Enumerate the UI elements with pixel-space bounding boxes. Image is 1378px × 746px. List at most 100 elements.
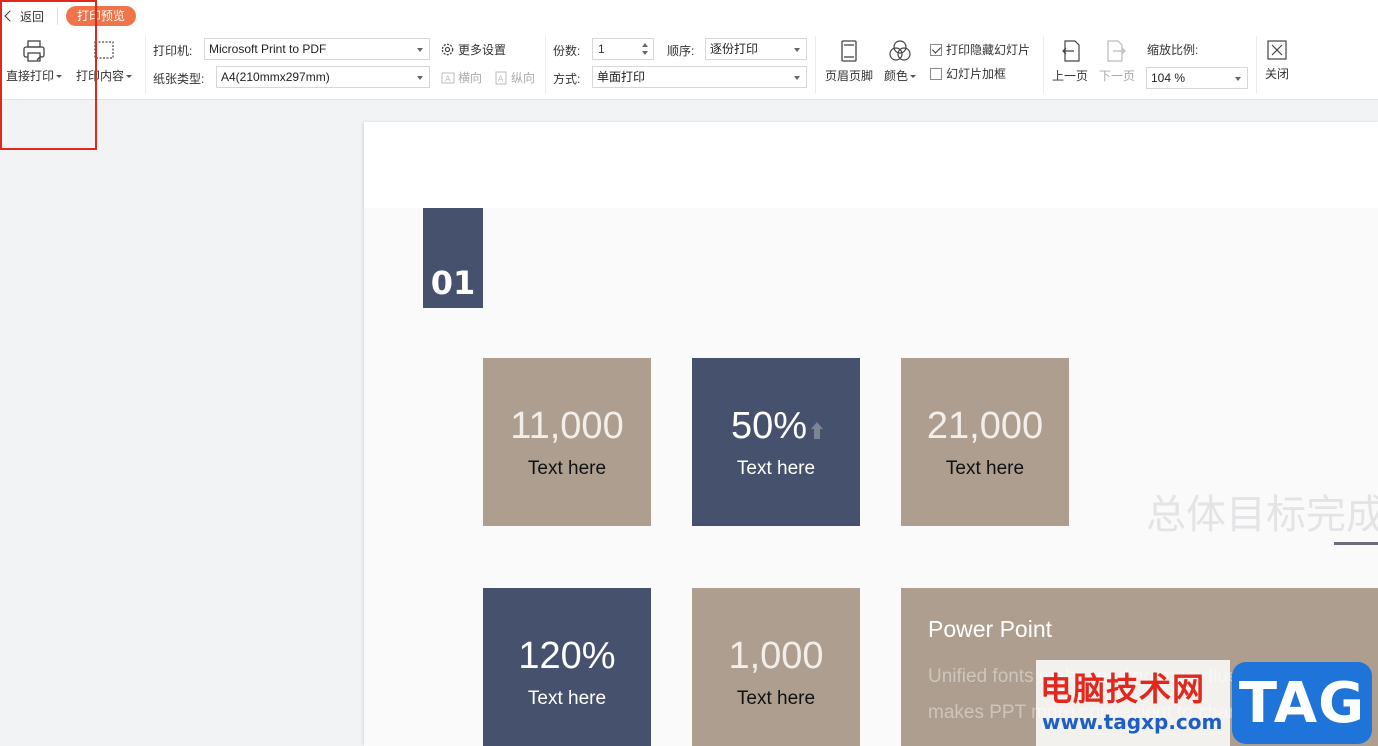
close-label: 关闭: [1265, 67, 1290, 81]
svg-text:A: A: [498, 74, 504, 83]
back-button[interactable]: 返回: [4, 6, 45, 26]
more-settings-button[interactable]: 更多设置: [440, 41, 506, 58]
stepper-up-icon[interactable]: [642, 43, 648, 47]
printer-value: Microsoft Print to PDF: [209, 42, 327, 56]
stat-tile: 120% Text here: [483, 588, 651, 746]
divider: [815, 36, 816, 94]
svg-text:A: A: [445, 74, 451, 83]
mode-label: 方式:: [553, 72, 581, 86]
print-hidden-slides-checkbox[interactable]: 打印隐藏幻灯片: [930, 41, 1030, 58]
divider: [1043, 36, 1044, 94]
more-settings-label: 更多设置: [458, 43, 507, 57]
portrait-button[interactable]: A 纵向: [494, 69, 535, 86]
order-label: 顺序:: [667, 44, 695, 58]
next-page-icon: [1107, 40, 1126, 62]
chevron-down-icon: [417, 48, 423, 52]
paper-type-value: A4(210mmx297mm): [221, 70, 330, 84]
watermark-url: www.tagxp.com: [1042, 710, 1223, 734]
copies-label: 份数:: [553, 44, 581, 58]
color-label: 颜色: [884, 69, 909, 83]
stat-caption: Text here: [945, 457, 1025, 479]
chevron-down-icon: [794, 48, 800, 52]
print-area-icon: [94, 41, 114, 59]
checkbox-unchecked-icon: [930, 67, 942, 80]
stat-tile: 11,000 Text here: [483, 358, 651, 526]
copies-value: 1: [598, 42, 605, 56]
stepper-down-icon[interactable]: [642, 51, 648, 55]
stat-caption: Text here: [736, 687, 816, 709]
watermark-site-name: 电脑技术网: [1040, 670, 1206, 708]
direct-print-label: 直接打印: [6, 69, 55, 83]
divider: [1256, 36, 1257, 94]
stat-caption: Text here: [527, 687, 607, 709]
color-circles-icon: [889, 40, 911, 61]
slide-frame-checkbox[interactable]: 幻灯片加框: [930, 65, 1006, 82]
copies-stepper[interactable]: 1: [592, 38, 654, 60]
stat-caption: Text here: [736, 457, 816, 479]
print-preview-badge: 打印预览: [66, 6, 137, 26]
wide-tile-title: Power Point: [928, 616, 1053, 642]
zoom-value: 104 %: [1151, 71, 1186, 85]
next-page-label: 下一页: [1099, 69, 1136, 83]
stat-tile: 21,000 Text here: [901, 358, 1069, 526]
watermark-tag-logo: TAG: [1232, 662, 1372, 744]
chevron-down-icon: [794, 76, 800, 80]
direct-print-button[interactable]: 直接打印: [6, 38, 63, 84]
prev-page-icon: [1062, 40, 1080, 62]
prev-page-button[interactable]: 上一页: [1052, 38, 1088, 84]
order-value: 逐份打印: [710, 42, 759, 56]
divider: [57, 7, 58, 25]
chevron-down-icon: [910, 75, 917, 79]
next-page-button[interactable]: 下一页: [1099, 38, 1135, 84]
checkbox-checked-icon: [930, 43, 942, 56]
print-hidden-slides-label: 打印隐藏幻灯片: [946, 43, 1031, 57]
order-select[interactable]: 逐份打印: [705, 38, 807, 60]
landscape-button[interactable]: A 横向: [441, 69, 482, 86]
close-preview-button[interactable]: 关闭: [1265, 38, 1289, 82]
zoom-label: 缩放比例:: [1147, 43, 1199, 57]
landscape-icon: A: [441, 72, 455, 83]
slide-frame-label: 幻灯片加框: [946, 67, 1007, 81]
portrait-icon: A: [495, 71, 507, 84]
zoom-select[interactable]: 104 %: [1146, 67, 1248, 89]
gear-icon: [441, 43, 454, 56]
chevron-left-icon: [4, 10, 16, 22]
stat-tile: 1,000 Text here: [692, 588, 860, 746]
prev-page-label: 上一页: [1052, 69, 1089, 83]
mode-select[interactable]: 单面打印: [592, 66, 807, 88]
printer-label: 打印机:: [153, 44, 193, 58]
header-footer-button[interactable]: 页眉页脚: [825, 38, 873, 84]
stat-value: 1,000: [728, 634, 824, 677]
divider: [145, 36, 146, 94]
chevron-down-icon: [1235, 77, 1241, 81]
print-content-label: 打印内容: [76, 69, 125, 83]
back-label: 返回: [20, 9, 45, 24]
printer-icon: [23, 40, 45, 62]
slide-preview-page: 01 11,000 Text here 50% Text here 21,000…: [364, 122, 1378, 746]
header-footer-icon: [841, 40, 857, 62]
chevron-down-icon: [56, 75, 63, 79]
header-footer-label: 页眉页脚: [825, 69, 874, 83]
print-preview-toolbar: 返回 打印预览 直接打印 打印内容 打印机: Microsoft Print t…: [0, 0, 1378, 100]
stat-value: 21,000: [926, 404, 1044, 447]
stat-value: 120%: [518, 634, 616, 677]
paper-type-select[interactable]: A4(210mmx297mm): [216, 66, 430, 88]
stat-value: 50%: [730, 404, 808, 447]
slide-title-faded: 总体目标完成: [1146, 492, 1378, 538]
printer-select[interactable]: Microsoft Print to PDF: [204, 38, 430, 60]
slide-header-area: [364, 122, 1378, 208]
title-underline: [1334, 542, 1378, 545]
chevron-down-icon: [126, 75, 133, 79]
close-icon: [1267, 40, 1287, 60]
up-arrow-icon: [811, 421, 824, 440]
stat-value: 11,000: [510, 404, 624, 447]
print-content-button[interactable]: 打印内容: [76, 38, 133, 84]
stat-caption: Text here: [527, 457, 607, 479]
divider: [545, 36, 546, 94]
stat-tile: 50% Text here: [692, 358, 860, 526]
color-button[interactable]: 颜色: [884, 38, 917, 84]
chevron-down-icon: [417, 76, 423, 80]
paper-type-label: 纸张类型:: [153, 72, 205, 86]
landscape-label: 横向: [458, 71, 483, 85]
portrait-label: 纵向: [511, 71, 536, 85]
